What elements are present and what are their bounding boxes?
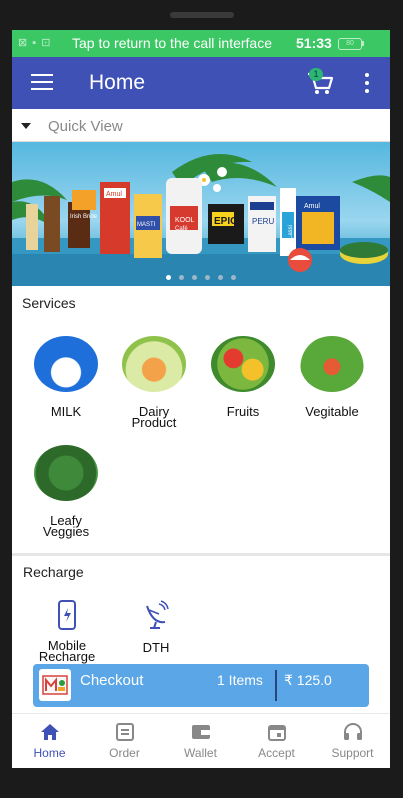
recharge-title: Recharge bbox=[23, 564, 84, 580]
checkout-label: Checkout bbox=[80, 672, 144, 689]
carousel-indicator[interactable] bbox=[166, 267, 244, 285]
device-speaker bbox=[170, 12, 234, 18]
checkout-divider bbox=[275, 670, 277, 701]
nav-label: Support bbox=[331, 746, 374, 760]
carousel-dot[interactable] bbox=[231, 275, 236, 280]
status-bar[interactable]: ⊠ ▪ ⊡ Tap to return to the call interfac… bbox=[12, 30, 390, 57]
app-bar: Home 1 bbox=[12, 57, 390, 109]
promo-banner[interactable]: Amul MASTI KOOL Café EPIC PERU Lassi Iri… bbox=[12, 142, 390, 286]
store-logo bbox=[39, 669, 71, 701]
service-leafy-veggies[interactable]: Leafy Veggies bbox=[21, 445, 111, 539]
recharge-dth[interactable]: DTH bbox=[116, 600, 196, 655]
service-label: Vegitable bbox=[305, 404, 359, 419]
milk-icon bbox=[34, 336, 98, 392]
nav-wallet[interactable]: Wallet bbox=[163, 722, 238, 760]
nav-label: Wallet bbox=[184, 746, 217, 760]
notification-icons: ⊠ ▪ ⊡ bbox=[18, 37, 52, 49]
nav-label: Accept bbox=[258, 746, 295, 760]
page-title: Home bbox=[89, 71, 146, 94]
carousel-dot[interactable] bbox=[205, 275, 210, 280]
service-label: Leafy Veggies bbox=[42, 513, 90, 539]
battery-tip bbox=[362, 41, 364, 46]
fruits-icon bbox=[211, 336, 275, 392]
dairy-icon bbox=[122, 336, 186, 392]
wallet-icon bbox=[191, 725, 210, 739]
banner-brand-text: EPIC bbox=[214, 216, 237, 227]
service-milk[interactable]: MILK bbox=[21, 336, 111, 419]
battery-icon: 80 bbox=[338, 38, 362, 50]
banner-brand-text: Amul bbox=[304, 203, 320, 210]
more-options-icon[interactable] bbox=[364, 73, 370, 93]
banner-brand-text: Irish Bride bbox=[70, 214, 98, 220]
headset-icon bbox=[343, 723, 362, 740]
nav-label: Order bbox=[109, 746, 140, 760]
banner-brand-text: Lassi bbox=[288, 225, 294, 239]
carousel-dot[interactable] bbox=[218, 275, 223, 280]
return-to-call-text[interactable]: Tap to return to the call interface bbox=[72, 35, 272, 51]
carousel-dot[interactable] bbox=[192, 275, 197, 280]
carousel-dot[interactable] bbox=[166, 275, 171, 280]
calendar-icon bbox=[267, 725, 286, 741]
nav-label: Home bbox=[33, 746, 66, 760]
banner-brand-text: Café bbox=[175, 226, 188, 232]
checkout-amount: ₹ 125.0 bbox=[284, 672, 332, 688]
nav-support[interactable]: Support bbox=[315, 722, 390, 760]
call-timer: 51:33 bbox=[296, 35, 332, 51]
recharge-mobile[interactable]: Mobile Recharge bbox=[27, 600, 107, 664]
service-fruits[interactable]: Fruits bbox=[198, 336, 288, 419]
cart-count-badge: 1 bbox=[309, 68, 323, 81]
checkout-bar[interactable]: Checkout 1 Items ₹ 125.0 bbox=[33, 664, 369, 707]
mobile-icon bbox=[58, 600, 76, 630]
banner-brand-text: MASTI bbox=[137, 222, 156, 228]
caret-down-icon bbox=[21, 123, 31, 129]
phone-screen: ⊠ ▪ ⊡ Tap to return to the call interfac… bbox=[12, 30, 390, 768]
banner-brand-text: KOOL bbox=[175, 217, 195, 224]
quick-view-label: Quick View bbox=[48, 118, 123, 135]
service-label: Dairy Product bbox=[131, 404, 177, 430]
recharge-label: Mobile Recharge bbox=[38, 638, 96, 664]
checkout-item-count: 1 Items bbox=[217, 672, 263, 688]
leafy-icon bbox=[34, 445, 98, 501]
service-vegitable[interactable]: Vegitable bbox=[287, 336, 377, 419]
carousel-dot[interactable] bbox=[179, 275, 184, 280]
menu-icon[interactable] bbox=[31, 74, 53, 92]
nav-accept[interactable]: Accept bbox=[239, 722, 314, 760]
service-dairy-product[interactable]: Dairy Product bbox=[109, 336, 199, 430]
quick-view-toggle[interactable]: Quick View bbox=[12, 109, 390, 142]
banner-brand-text: Amul bbox=[106, 191, 122, 198]
order-icon bbox=[115, 723, 134, 741]
banner-brand-text: PERU bbox=[252, 217, 274, 226]
nav-order[interactable]: Order bbox=[87, 722, 162, 760]
service-label: Fruits bbox=[226, 404, 260, 419]
home-icon bbox=[40, 724, 59, 740]
service-label: MILK bbox=[50, 404, 82, 419]
bottom-navigation: Home Order Wallet Accept Support bbox=[12, 713, 390, 768]
nav-home[interactable]: Home bbox=[12, 722, 87, 760]
banner-artwork: Amul MASTI KOOL Café EPIC PERU Lassi Iri… bbox=[12, 154, 390, 286]
recharge-label: DTH bbox=[142, 640, 170, 655]
section-divider bbox=[12, 553, 390, 556]
satellite-dish-icon bbox=[146, 600, 169, 629]
vegetable-icon bbox=[300, 336, 364, 392]
services-title: Services bbox=[22, 295, 76, 311]
